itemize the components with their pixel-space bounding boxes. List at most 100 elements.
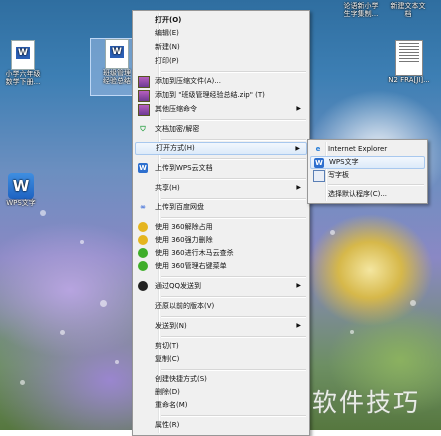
menu-item-add-zip[interactable]: 添加到 "班级管理经验总结.zip" (T) — [135, 89, 307, 102]
desktop-icon-doc[interactable]: W 小学六年级 数学下册... — [0, 40, 49, 86]
document-thumbnail-icon — [395, 40, 423, 76]
word-document-icon: W — [105, 39, 129, 69]
menu-item-label: 打开方式(H) — [156, 144, 195, 152]
menu-item-add-archive[interactable]: 添加到压缩文件(A)... — [135, 75, 307, 88]
menu-separator — [161, 415, 306, 417]
menu-separator — [161, 296, 306, 298]
menu-item-label: 创建快捷方式(S) — [155, 375, 207, 383]
menu-item-send-to[interactable]: 发送到(N) ▶ — [135, 320, 307, 332]
menu-item-edit[interactable]: 编辑(E) — [135, 27, 307, 39]
archive-icon — [138, 76, 150, 88]
baidu-icon: ∞ — [140, 203, 146, 211]
menu-item-label: 使用 360管理右键菜单 — [155, 262, 227, 270]
menu-separator — [161, 336, 306, 338]
menu-item-qq-send[interactable]: 通过QQ发送到 ▶ — [135, 280, 307, 292]
menu-separator — [161, 158, 306, 160]
menu-item-rename[interactable]: 重命名(M) — [135, 399, 307, 411]
menu-separator — [161, 198, 306, 200]
menu-item-properties[interactable]: 属性(R) — [135, 419, 307, 431]
wallpaper-droplet — [350, 330, 354, 334]
qq-icon — [138, 281, 148, 291]
menu-item-encrypt[interactable]: ⛉ 文档加密/解密 — [135, 123, 307, 135]
360-icon — [138, 235, 148, 245]
wps-app-icon: W — [8, 173, 34, 199]
watermark-text: 软件技巧 — [312, 388, 421, 417]
menu-item-upload-wps[interactable]: W 上传到WPS云文档 — [135, 162, 307, 174]
360-icon — [138, 222, 148, 232]
menu-separator — [328, 184, 424, 186]
menu-item-label: 上传到WPS云文档 — [155, 164, 213, 172]
menu-separator — [161, 316, 306, 318]
menu-item-label: 共享(H) — [155, 184, 180, 192]
desktop-icon-wps[interactable]: W WPS文字 — [0, 173, 47, 207]
360-icon — [138, 261, 148, 271]
menu-item-other-compress[interactable]: 其他压缩命令 ▶ — [135, 103, 307, 116]
menu-item-copy[interactable]: 复制(C) — [135, 353, 307, 365]
desktop-icon-label: 论语新小学 生字集制... — [343, 2, 379, 18]
menu-item-open-with[interactable]: 打开方式(H) ▶ — [135, 142, 307, 155]
submenu-arrow-icon: ▶ — [296, 282, 301, 289]
menu-item-label: 剪切(T) — [155, 342, 179, 350]
submenu-arrow-icon: ▶ — [296, 105, 301, 112]
desktop-icon-textfile[interactable]: 新建文本文 档 — [382, 0, 434, 18]
wallpaper-droplet — [330, 230, 335, 235]
wallpaper-droplet — [20, 380, 25, 385]
submenu-item-wordpad[interactable]: 写字板 — [310, 169, 425, 182]
shield-icon: ⛉ — [140, 125, 146, 133]
menu-item-label: 编辑(E) — [155, 29, 179, 37]
menu-item-label: 还原以前的版本(V) — [155, 302, 215, 310]
menu-separator — [161, 369, 306, 371]
menu-item-label: 写字板 — [328, 171, 349, 179]
word-document-icon: W — [11, 40, 35, 70]
360-icon — [138, 248, 148, 258]
archive-icon — [138, 90, 150, 102]
menu-item-restore-version[interactable]: 还原以前的版本(V) — [135, 300, 307, 312]
menu-item-create-shortcut[interactable]: 创建快捷方式(S) — [135, 373, 307, 385]
menu-item-label: 打开(O) — [155, 16, 182, 24]
wallpaper-droplet — [80, 240, 84, 244]
menu-item-label: 添加到 "班级管理经验总结.zip" (T) — [155, 91, 265, 99]
menu-item-label: 使用 360强力删除 — [155, 236, 213, 244]
menu-separator — [161, 276, 306, 278]
wallpaper-droplet — [410, 300, 416, 306]
menu-separator — [161, 139, 306, 141]
wallpaper-droplet — [60, 330, 65, 335]
wallpaper-droplet — [40, 210, 46, 216]
menu-item-baidu[interactable]: ∞ 上传到百度网盘 — [135, 201, 307, 213]
menu-item-label: WPS文字 — [329, 158, 359, 166]
wordpad-icon — [313, 170, 325, 182]
menu-item-360-unlock[interactable]: 使用 360解除占用 — [135, 221, 307, 233]
wallpaper-droplet — [115, 360, 119, 364]
menu-item-label: 其他压缩命令 — [155, 105, 197, 113]
menu-item-open[interactable]: 打开(O) — [135, 14, 307, 26]
menu-item-label: 属性(R) — [155, 421, 180, 429]
menu-item-label: 打印(P) — [155, 57, 179, 65]
menu-item-label: 使用 360解除占用 — [155, 223, 213, 231]
desktop-icon-label: 小学六年级 数学下册... — [5, 70, 41, 86]
menu-item-360-delete[interactable]: 使用 360强力删除 — [135, 234, 307, 246]
menu-item-print[interactable]: 打印(P) — [135, 55, 307, 67]
archive-icon — [138, 104, 150, 116]
menu-item-delete[interactable]: 删除(D) — [135, 386, 307, 398]
menu-item-new[interactable]: 新建(N) — [135, 41, 307, 53]
desktop-icon-spreadsheet[interactable]: N2 FRA[JI]... — [383, 40, 435, 84]
menu-item-label: 新建(N) — [155, 43, 180, 51]
menu-item-360-scan[interactable]: 使用 360进行木马云查杀 — [135, 247, 307, 259]
menu-item-label: 使用 360进行木马云查杀 — [155, 249, 234, 257]
submenu-item-choose-default[interactable]: 选择默认程序(C)... — [310, 188, 425, 200]
menu-item-label: 文档加密/解密 — [155, 125, 200, 133]
menu-item-share[interactable]: 共享(H) ▶ — [135, 182, 307, 194]
menu-item-360-manage[interactable]: 使用 360管理右键菜单 — [135, 260, 307, 272]
menu-separator — [161, 178, 306, 180]
wps-cloud-icon: W — [138, 163, 148, 173]
menu-item-label: 重命名(M) — [155, 401, 188, 409]
desktop-icon-doc-top[interactable]: 论语新小学 生字集制... — [335, 0, 387, 18]
menu-item-label: 删除(D) — [155, 388, 180, 396]
submenu-item-wps[interactable]: W WPS文字 — [310, 156, 425, 169]
submenu-arrow-icon: ▶ — [296, 184, 301, 191]
menu-item-label: 复制(C) — [155, 355, 180, 363]
menu-item-label: 上传到百度网盘 — [155, 203, 204, 211]
desktop-icon-label: N2 FRA[JI]... — [388, 76, 430, 84]
menu-item-cut[interactable]: 剪切(T) — [135, 340, 307, 352]
submenu-item-ie[interactable]: e Internet Explorer — [310, 143, 425, 155]
